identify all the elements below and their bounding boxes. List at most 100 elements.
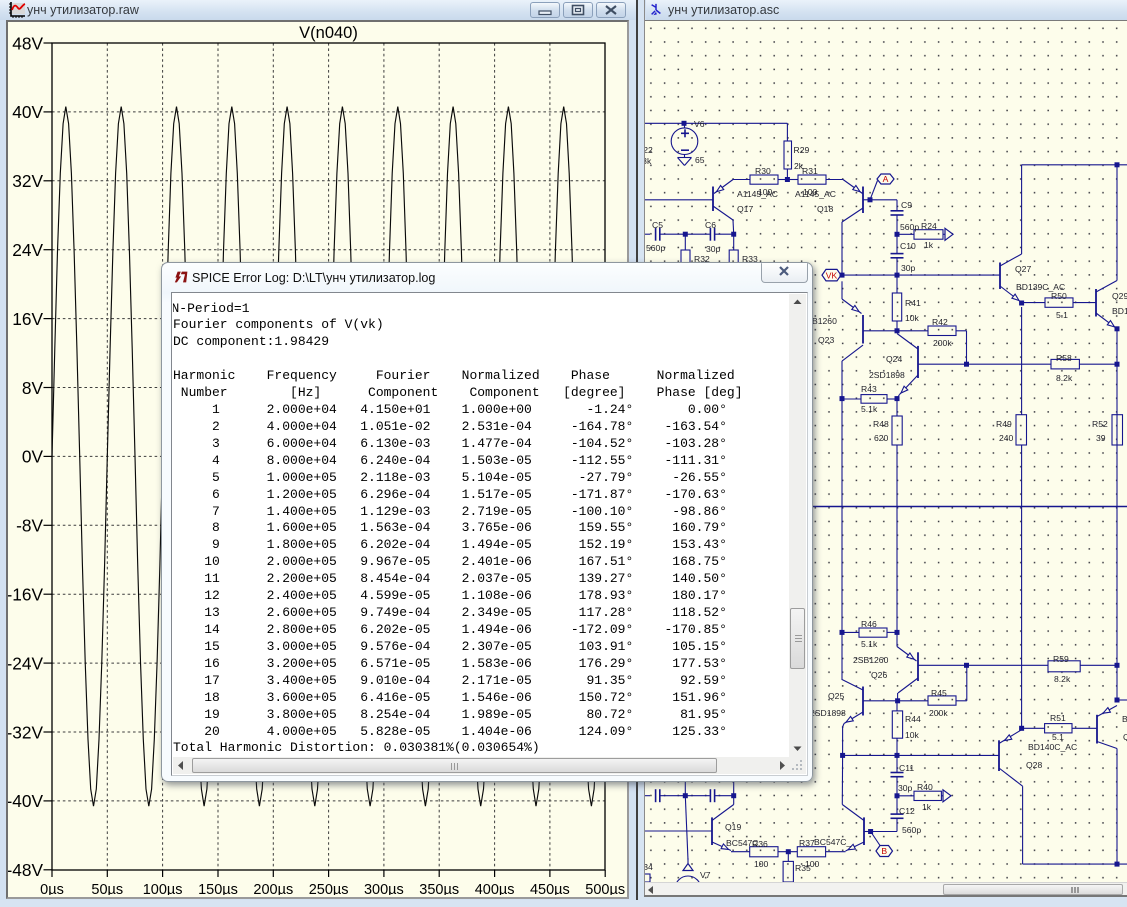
svg-text:R22: R22 (645, 145, 653, 155)
svg-text:8.2k: 8.2k (1056, 373, 1073, 383)
svg-text:500µs: 500µs (585, 882, 625, 895)
svg-text:C6: C6 (705, 220, 716, 230)
svg-text:0µs: 0µs (40, 882, 64, 895)
svg-text:BC547C_: BC547C_ (814, 837, 851, 847)
svg-text:560p: 560p (646, 243, 665, 253)
svg-text:30p: 30p (898, 783, 913, 793)
svg-text:R42: R42 (932, 317, 948, 327)
svg-text:R30: R30 (755, 166, 771, 176)
svg-text:B: B (1122, 714, 1127, 724)
svg-text:Q18: Q18 (817, 204, 833, 214)
svg-text:Q19: Q19 (725, 822, 741, 832)
svg-text:2SD1898: 2SD1898 (869, 370, 905, 380)
svg-text:BD140C_AC: BD140C_AC (1028, 742, 1077, 752)
svg-text:R59: R59 (1053, 654, 1069, 664)
svg-text:100µs: 100µs (143, 882, 183, 895)
svg-text:-24V: -24V (8, 653, 43, 673)
svg-text:C10: C10 (900, 241, 916, 251)
svg-text:32V: 32V (12, 171, 43, 191)
svg-text:R48: R48 (873, 419, 889, 429)
svg-text:6.8k: 6.8k (645, 156, 652, 166)
svg-text:48V: 48V (12, 33, 43, 53)
svg-text:R31: R31 (802, 166, 818, 176)
svg-text:24V: 24V (12, 240, 43, 260)
svg-text:Q26: Q26 (871, 670, 887, 680)
svg-text:5.1k: 5.1k (861, 639, 878, 649)
svg-text:16V: 16V (12, 309, 43, 329)
svg-text:-16V: -16V (8, 585, 43, 605)
svg-text:R45: R45 (931, 688, 947, 698)
svg-text:450µs: 450µs (530, 882, 570, 895)
svg-text:8.2k: 8.2k (1054, 674, 1071, 684)
svg-text:30p: 30p (706, 244, 721, 254)
svg-text:R29: R29 (794, 145, 810, 155)
svg-text:R34: R34 (645, 862, 653, 872)
svg-text:-32V: -32V (8, 722, 43, 742)
svg-text:C9: C9 (901, 200, 912, 210)
svg-text:R43: R43 (861, 384, 877, 394)
svg-text:10k: 10k (905, 313, 920, 323)
svg-text:1k: 1k (924, 240, 934, 250)
svg-text:200k: 200k (933, 338, 952, 348)
svg-text:R41: R41 (905, 298, 921, 308)
svg-text:560p: 560p (902, 825, 921, 835)
svg-text:B1260: B1260 (812, 316, 837, 326)
svg-text:Q28: Q28 (1026, 760, 1042, 770)
svg-text:300µs: 300µs (364, 882, 404, 895)
svg-text:C5: C5 (652, 220, 663, 230)
svg-text:0V: 0V (22, 447, 44, 467)
svg-text:560p: 560p (900, 222, 919, 232)
svg-text:200µs: 200µs (253, 882, 293, 895)
svg-text:R58: R58 (1056, 353, 1072, 363)
svg-text:Q: Q (1123, 732, 1127, 742)
svg-text:A1145_AC: A1145_AC (795, 189, 836, 199)
svg-text:BD1: BD1 (1112, 306, 1127, 316)
svg-text:30p: 30p (901, 263, 916, 273)
svg-text:R46: R46 (861, 619, 877, 629)
svg-text:R37: R37 (799, 838, 815, 848)
svg-text:40V: 40V (12, 102, 43, 122)
svg-text:Q29: Q29 (1112, 291, 1127, 301)
svg-text:400µs: 400µs (475, 882, 515, 895)
svg-text:65: 65 (695, 155, 705, 165)
svg-text:2SD1898: 2SD1898 (810, 708, 846, 718)
svg-text:A: A (883, 174, 889, 184)
svg-text:200k: 200k (929, 708, 948, 718)
svg-text:-8V: -8V (16, 516, 43, 536)
svg-text:350µs: 350µs (419, 882, 459, 895)
svg-text:620: 620 (874, 433, 889, 443)
svg-text:V7: V7 (700, 870, 711, 880)
svg-text:C11: C11 (899, 763, 914, 773)
svg-text:250µs: 250µs (309, 882, 349, 895)
svg-text:R51: R51 (1050, 713, 1066, 723)
svg-text:100: 100 (754, 859, 769, 869)
svg-text:150µs: 150µs (198, 882, 238, 895)
svg-text:R35: R35 (795, 863, 811, 873)
svg-text:-40V: -40V (8, 791, 43, 811)
svg-text:A1145_AC: A1145_AC (737, 189, 778, 199)
svg-text:Q24: Q24 (886, 354, 902, 364)
svg-text:Q23: Q23 (818, 335, 834, 345)
svg-text:Q17: Q17 (737, 204, 753, 214)
svg-text:R36: R36 (752, 839, 768, 849)
svg-text:C12: C12 (899, 806, 915, 816)
svg-text:-48V: -48V (8, 860, 43, 880)
svg-text:1k: 1k (922, 802, 932, 812)
svg-text:R40: R40 (917, 782, 933, 792)
svg-text:V6: V6 (694, 119, 705, 129)
svg-text:5.1: 5.1 (1052, 732, 1064, 742)
svg-text:5.1: 5.1 (1056, 310, 1068, 320)
svg-text:39: 39 (1096, 433, 1106, 443)
svg-text:2SB1260: 2SB1260 (853, 655, 889, 665)
svg-text:R49: R49 (996, 419, 1012, 429)
svg-text:Q25: Q25 (828, 691, 844, 701)
svg-text:VK: VK (826, 270, 838, 280)
svg-text:R24: R24 (921, 221, 937, 231)
svg-text:V(n040): V(n040) (299, 24, 358, 42)
svg-text:8V: 8V (22, 378, 44, 398)
svg-text:R44: R44 (905, 714, 921, 724)
svg-text:50µs: 50µs (91, 882, 123, 895)
svg-text:10k: 10k (905, 730, 920, 740)
svg-text:B: B (881, 846, 887, 856)
svg-text:240: 240 (999, 433, 1014, 443)
